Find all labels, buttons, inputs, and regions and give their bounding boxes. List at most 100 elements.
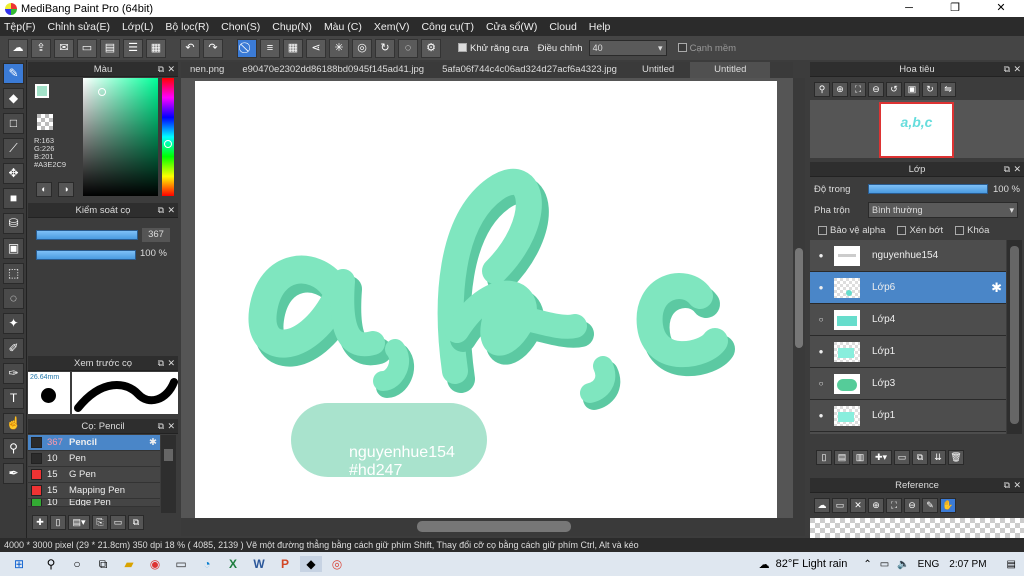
lock-checkbox[interactable]	[955, 225, 965, 235]
tab-document-active[interactable]: Untitled	[690, 62, 771, 78]
medibang-taskbar-icon[interactable]: ◆	[300, 556, 322, 572]
brush-new-icon[interactable]: ▯	[50, 515, 66, 530]
layer-settings-icon[interactable]: ✱	[991, 280, 1002, 296]
antialias-toggle[interactable]: Khử răng cưa	[458, 43, 529, 54]
palette-icon[interactable]: ◐	[36, 182, 52, 197]
brush-opacity-value[interactable]: 100 %	[140, 248, 167, 259]
fill-rect-tool-icon[interactable]: ■	[3, 188, 24, 209]
ellipse-snap-icon[interactable]: ◌	[398, 38, 418, 58]
layer-folder-icon[interactable]: ▭	[894, 450, 910, 465]
grid-icon[interactable]: ▦	[146, 38, 166, 58]
rotate-cw-icon[interactable]: ↻	[922, 82, 938, 97]
menu-file[interactable]: Tệp(F)	[4, 21, 36, 33]
brush-item[interactable]: 10 Edge Pen	[28, 499, 160, 507]
visibility-icon[interactable]: ●	[816, 347, 826, 356]
layer-list-scrollbar[interactable]	[1007, 240, 1022, 434]
gradient-tool-icon[interactable]: ▣	[3, 238, 24, 259]
visibility-icon[interactable]: ●	[816, 283, 826, 292]
brush-item[interactable]: 367 Pencil ✱	[28, 435, 160, 451]
text-tool-icon[interactable]: T	[3, 388, 24, 409]
brush-duplicate-icon[interactable]: ⧉	[128, 515, 144, 530]
color-picker-cursor[interactable]	[98, 88, 106, 96]
brush-settings-icon[interactable]: ✱	[149, 437, 157, 448]
tab-document[interactable]: 5afa06f744c4c06ad324d27acf6a4323.jpg	[433, 62, 626, 78]
correction-select[interactable]: 40 ▾	[588, 40, 667, 56]
radial-snap-icon[interactable]: ✳	[329, 38, 349, 58]
layer-item[interactable]: ○ Lớp4	[810, 304, 1006, 336]
reference-view[interactable]	[810, 518, 1024, 538]
brush-item[interactable]: 15 Mapping Pen	[28, 483, 160, 499]
cross-snap-icon[interactable]: ▦	[283, 38, 303, 58]
drawing-canvas[interactable]: nguyenhue154 #hd247	[195, 81, 777, 518]
undock-icon[interactable]: ⧉	[158, 419, 164, 434]
undock-icon[interactable]: ⧉	[1004, 478, 1010, 493]
maximize-icon[interactable]: ❐	[932, 0, 978, 17]
menu-tools[interactable]: Công cụ(T)	[421, 21, 474, 33]
brush-folder-icon[interactable]: ▭	[110, 515, 126, 530]
eyedropper-icon[interactable]: ✎	[922, 498, 938, 513]
visibility-icon[interactable]: ○	[816, 315, 826, 324]
zoom-out-icon[interactable]: ⊖	[868, 82, 884, 97]
language-indicator[interactable]: ENG	[918, 559, 940, 570]
brush-copy-icon[interactable]: ⎘	[92, 515, 108, 530]
brush-size-value[interactable]: 367	[142, 228, 170, 242]
lasso-tool-icon[interactable]: ◌	[3, 288, 24, 309]
brush-list-scrollbar[interactable]	[161, 435, 176, 513]
menu-window[interactable]: Cửa sổ(W)	[486, 21, 537, 33]
panel-close-icon[interactable]: ✕	[1013, 478, 1021, 493]
menu-snap[interactable]: Chụp(N)	[272, 21, 312, 33]
primary-color-swatch[interactable]	[35, 84, 49, 98]
canvas-horizontal-scrollbar[interactable]	[181, 518, 805, 536]
duplicate-layer-icon[interactable]: ⧉	[912, 450, 928, 465]
brush-size-slider[interactable]	[36, 230, 138, 240]
tab-document[interactable]: e90470e2302dd86188bd0945f145ad41.jpg	[233, 62, 433, 78]
visibility-icon[interactable]: ●	[816, 411, 826, 420]
visibility-icon[interactable]: ●	[816, 251, 826, 260]
layer-item[interactable]: ● nguyenhue154	[810, 240, 1006, 272]
close-reference-icon[interactable]: ✕	[850, 498, 866, 513]
select-pen-tool-icon[interactable]: ✐	[3, 338, 24, 359]
move-tool-icon[interactable]: ✥	[3, 163, 24, 184]
open-folder-icon[interactable]: ▭	[832, 498, 848, 513]
select-eraser-tool-icon[interactable]: ✑	[3, 363, 24, 384]
menu-color[interactable]: Màu (C)	[324, 21, 362, 33]
brush-opacity-slider[interactable]	[36, 250, 136, 260]
brush-menu-icon[interactable]: ▤▾	[68, 515, 90, 530]
rectangle-tool-icon[interactable]: □	[3, 113, 24, 134]
panel-close-icon[interactable]: ✕	[1013, 62, 1021, 77]
clipping-checkbox[interactable]	[897, 225, 907, 235]
zoom-icon[interactable]: ⚲	[814, 82, 830, 97]
undock-icon[interactable]: ⧉	[158, 62, 164, 77]
panel-close-icon[interactable]: ✕	[1013, 162, 1021, 177]
clipping-toggle[interactable]: Xén bớt	[897, 225, 943, 236]
close-icon[interactable]: ✕	[978, 0, 1024, 17]
select-tool-icon[interactable]: ⬚	[3, 263, 24, 284]
undock-icon[interactable]: ⧉	[158, 203, 164, 218]
flip-icon[interactable]: ⇋	[940, 82, 956, 97]
snap-settings-icon[interactable]: ⚙	[421, 38, 441, 58]
new-8bit-layer-icon[interactable]: ▥	[852, 450, 868, 465]
layer-item[interactable]: ● Lớp1	[810, 336, 1006, 368]
fit-icon[interactable]: ⛶	[850, 82, 866, 97]
share-icon[interactable]: ⇪	[31, 38, 51, 58]
hue-cursor[interactable]	[164, 140, 172, 148]
delete-layer-icon[interactable]: 🗑	[948, 450, 964, 465]
layer-opacity-slider[interactable]	[868, 184, 988, 194]
speech-icon[interactable]: ▭	[77, 38, 97, 58]
add-layer-menu-icon[interactable]: ✚▾	[870, 450, 892, 465]
undo-icon[interactable]: ↶	[180, 38, 200, 58]
snap-off-icon[interactable]: ⃠	[237, 38, 257, 58]
minimize-icon[interactable]: ─	[886, 0, 932, 17]
clock[interactable]: 2:07 PM	[949, 559, 986, 570]
eyedropper-tool-icon[interactable]: ⚲	[3, 438, 24, 459]
protect-alpha-toggle[interactable]: Bảo vệ alpha	[818, 225, 885, 236]
brush-item[interactable]: 15 G Pen	[28, 467, 160, 483]
task-view-icon[interactable]: ⧉	[92, 556, 114, 572]
app-icon[interactable]: ◉	[144, 556, 166, 572]
tab-document[interactable]: Untitled	[626, 62, 690, 78]
navigator-thumbnail[interactable]: a,b,c	[879, 102, 954, 158]
menu-layer[interactable]: Lớp(L)	[122, 21, 153, 33]
layer-item[interactable]: ● Lớp1	[810, 400, 1006, 432]
brush-add-icon[interactable]: ✚	[32, 515, 48, 530]
soft-edge-toggle[interactable]: Cạnh mềm	[677, 43, 736, 54]
